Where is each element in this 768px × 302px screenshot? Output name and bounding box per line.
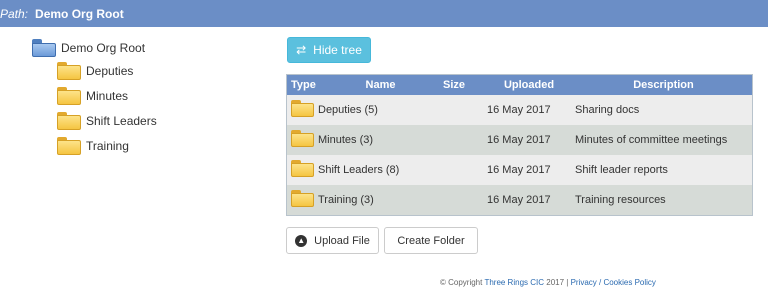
org-link[interactable]: Three Rings CIC bbox=[484, 278, 544, 287]
col-size-header[interactable]: Size bbox=[443, 79, 483, 91]
row-name[interactable]: Shift Leaders (8) bbox=[318, 164, 443, 176]
tree-root[interactable]: Demo Org Root bbox=[32, 38, 157, 58]
tree-item-training[interactable]: Training bbox=[57, 133, 157, 158]
footer-prefix: © Copyright bbox=[440, 278, 485, 287]
upload-file-label: Upload File bbox=[314, 234, 370, 247]
row-name[interactable]: Minutes (3) bbox=[318, 134, 443, 146]
create-folder-label: Create Folder bbox=[397, 234, 465, 247]
folder-icon bbox=[291, 130, 314, 147]
table-row[interactable]: Shift Leaders (8) 16 May 2017 Shift lead… bbox=[287, 155, 752, 185]
path-bar: Path: Demo Org Root bbox=[0, 0, 768, 27]
col-type-header[interactable]: Type bbox=[287, 79, 318, 91]
hide-tree-label: Hide tree bbox=[313, 43, 362, 57]
folder-icon bbox=[291, 100, 314, 117]
folder-icon bbox=[291, 160, 314, 177]
row-description: Shift leader reports bbox=[575, 164, 668, 176]
row-uploaded: 16 May 2017 bbox=[487, 134, 551, 146]
tree-root-label: Demo Org Root bbox=[61, 41, 146, 55]
folder-icon bbox=[57, 136, 81, 155]
table-row[interactable]: Deputies (5) 16 May 2017 Sharing docs bbox=[287, 95, 752, 125]
tree-item-label: Training bbox=[86, 138, 129, 153]
files-table: Type Name Size Uploaded Description Depu… bbox=[286, 74, 753, 216]
tree-item-shift-leaders[interactable]: Shift Leaders bbox=[57, 108, 157, 133]
path-label: Path: bbox=[0, 6, 29, 21]
tree-item-label: Shift Leaders bbox=[86, 113, 157, 128]
folder-open-icon bbox=[32, 39, 56, 57]
tree-item-minutes[interactable]: Minutes bbox=[57, 83, 157, 108]
row-description: Training resources bbox=[575, 194, 666, 206]
row-description: Sharing docs bbox=[575, 104, 640, 116]
folder-icon bbox=[57, 111, 81, 130]
folder-tree: Demo Org Root Deputies Minutes Shift Lea… bbox=[32, 38, 157, 158]
table-row[interactable]: Training (3) 16 May 2017 Training resour… bbox=[287, 185, 752, 215]
upload-file-button[interactable]: ▲ Upload File bbox=[286, 227, 379, 254]
footer-year: 2017 | bbox=[544, 278, 571, 287]
row-uploaded: 16 May 2017 bbox=[487, 164, 551, 176]
table-header: Type Name Size Uploaded Description bbox=[287, 75, 752, 95]
tree-item-label: Deputies bbox=[86, 63, 134, 78]
upload-circle-icon: ▲ bbox=[295, 234, 308, 247]
privacy-link[interactable]: Privacy / Cookies Policy bbox=[571, 278, 656, 287]
row-uploaded: 16 May 2017 bbox=[487, 104, 551, 116]
hide-tree-button[interactable]: ⇄ Hide tree bbox=[287, 37, 371, 63]
table-row[interactable]: Minutes (3) 16 May 2017 Minutes of commi… bbox=[287, 125, 752, 155]
row-description: Minutes of committee meetings bbox=[575, 134, 728, 146]
tree-item-deputies[interactable]: Deputies bbox=[57, 58, 157, 83]
folder-icon bbox=[57, 61, 81, 80]
tree-item-label: Minutes bbox=[86, 88, 129, 103]
col-description-header[interactable]: Description bbox=[575, 79, 752, 91]
folder-icon bbox=[57, 86, 81, 105]
col-name-header[interactable]: Name bbox=[318, 79, 443, 91]
folder-icon bbox=[291, 190, 314, 207]
create-folder-button[interactable]: Create Folder bbox=[384, 227, 478, 254]
row-name[interactable]: Deputies (5) bbox=[318, 104, 443, 116]
swap-arrows-icon: ⇄ bbox=[296, 43, 307, 57]
col-uploaded-header[interactable]: Uploaded bbox=[483, 79, 575, 91]
path-value: Demo Org Root bbox=[35, 6, 124, 21]
row-name[interactable]: Training (3) bbox=[318, 194, 443, 206]
footer: © Copyright Three Rings CIC 2017 | Priva… bbox=[440, 278, 656, 287]
row-uploaded: 16 May 2017 bbox=[487, 194, 551, 206]
